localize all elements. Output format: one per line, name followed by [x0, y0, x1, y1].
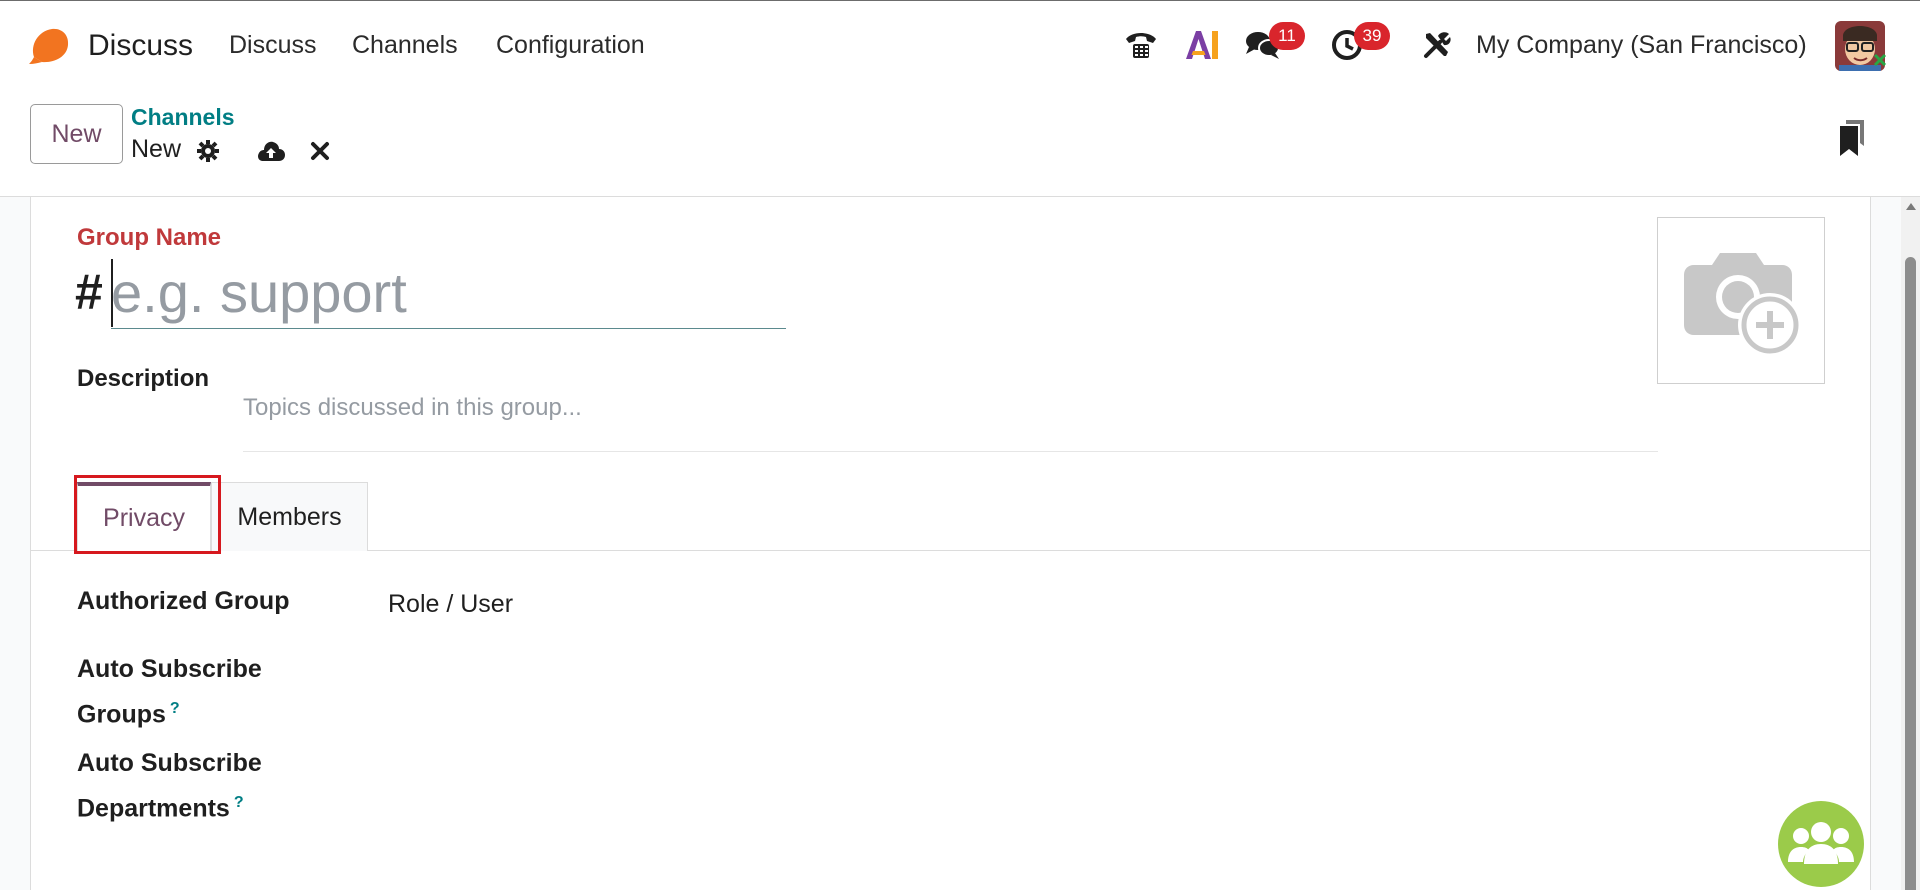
- channel-hash-prefix: #: [75, 264, 103, 320]
- menu-channels[interactable]: Channels: [352, 31, 458, 60]
- text-caret: [111, 259, 113, 327]
- tab-privacy[interactable]: Privacy: [77, 482, 211, 551]
- form-sheet: Group Name # Description Privacy Members…: [30, 197, 1871, 890]
- activities-count-badge: 39: [1354, 22, 1390, 50]
- control-panel: New Channels New: [0, 90, 1920, 197]
- menu-configuration[interactable]: Configuration: [496, 31, 645, 60]
- tab-members[interactable]: Members: [211, 482, 368, 551]
- bookmark-icon[interactable]: [1836, 118, 1868, 158]
- phone-icon[interactable]: [1122, 27, 1160, 63]
- auto-subscribe-departments-label: Auto Subscribe Departments?: [77, 749, 262, 823]
- group-users-icon: [1788, 822, 1854, 864]
- channel-image-upload[interactable]: [1657, 217, 1825, 384]
- description-label: Description: [77, 365, 210, 392]
- ai-icon[interactable]: [1183, 27, 1221, 63]
- discard-close-icon[interactable]: [305, 136, 335, 166]
- description-input[interactable]: [243, 357, 1658, 452]
- authorized-group-value[interactable]: Role / User: [388, 590, 513, 619]
- top-navbar: Discuss Discuss Channels Configuration 1…: [0, 0, 1920, 90]
- tools-icon[interactable]: [1418, 27, 1456, 63]
- auto-subscribe-groups-label: Auto Subscribe Groups?: [77, 655, 262, 729]
- discuss-app-logo-icon[interactable]: [28, 27, 70, 65]
- messages-count-badge: 11: [1269, 22, 1305, 50]
- breadcrumb-channels-link[interactable]: Channels: [131, 104, 235, 131]
- authorized-group-label: Authorized Group: [77, 587, 290, 615]
- help-tooltip-icon[interactable]: ?: [170, 700, 180, 717]
- camera-add-icon: [1684, 252, 1802, 357]
- scroll-thumb[interactable]: [1905, 257, 1916, 890]
- save-cloud-upload-icon[interactable]: [256, 136, 286, 166]
- scroll-up-arrow-icon[interactable]: [1906, 203, 1916, 210]
- group-name-input[interactable]: [111, 257, 786, 329]
- app-name[interactable]: Discuss: [88, 29, 193, 63]
- breadcrumb-current: New: [131, 135, 182, 163]
- new-record-button[interactable]: New: [30, 104, 123, 164]
- menu-discuss[interactable]: Discuss: [229, 31, 317, 60]
- gear-icon[interactable]: [193, 136, 223, 166]
- company-switcher[interactable]: My Company (San Francisco): [1476, 31, 1807, 60]
- online-status-icon: [1873, 53, 1887, 67]
- help-tooltip-icon[interactable]: ?: [234, 794, 244, 811]
- group-name-label: Group Name: [77, 224, 222, 251]
- vertical-scrollbar[interactable]: [1901, 197, 1920, 890]
- group-chat-launcher-button[interactable]: [1778, 801, 1864, 887]
